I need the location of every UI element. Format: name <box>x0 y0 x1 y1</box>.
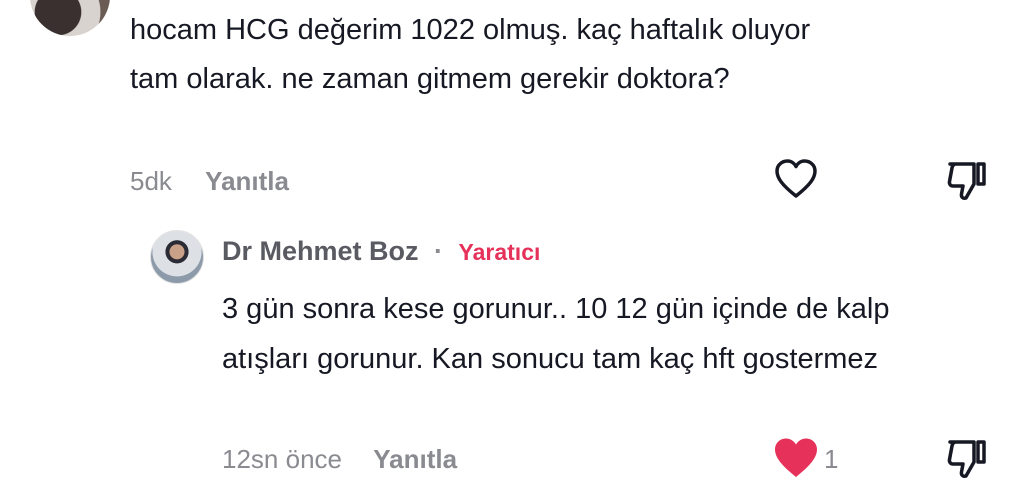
separator-dot: · <box>434 236 444 266</box>
reply-time: 12sn önce <box>222 444 342 474</box>
reply-header: Dr Mehmet Boz · Yaratıcı <box>222 236 540 267</box>
reply-button[interactable]: Yanıtla <box>205 166 289 196</box>
comment-time: 5dk <box>130 166 172 196</box>
thumbs-down-icon[interactable] <box>944 158 990 204</box>
commenter-avatar[interactable] <box>30 0 110 36</box>
reply-reply-button[interactable]: Yanıtla <box>373 444 457 474</box>
reply-text: 3 gün sonra kese gorunur.. 10 12 gün içi… <box>222 293 890 375</box>
like-count: 1 <box>824 444 839 474</box>
heart-filled-icon[interactable] <box>772 436 820 480</box>
heart-icon[interactable] <box>774 158 818 200</box>
creator-badge: Yaratıcı <box>458 239 541 265</box>
comment-text: hocam HCG değerim 1022 olmuş. kaç haftal… <box>130 14 811 95</box>
reply-author[interactable]: Dr Mehmet Boz <box>222 236 419 266</box>
thumbs-down-icon[interactable] <box>944 436 990 482</box>
comment-meta: 5dk Yanıtla <box>130 166 289 197</box>
reply-meta: 12sn önce Yanıtla <box>222 444 457 475</box>
creator-avatar[interactable] <box>150 230 204 284</box>
